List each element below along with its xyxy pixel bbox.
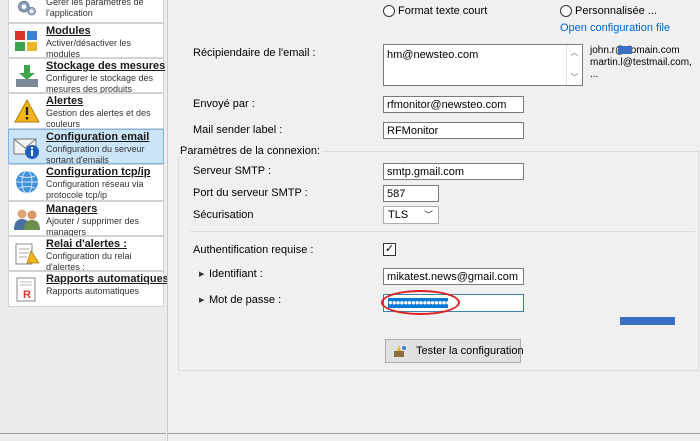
modules-icon [15,31,37,51]
sidebar-item-desc: Configurer le stockage des mesures des p… [46,73,154,94]
connection-groupbox [178,151,699,371]
recipient-scrollbar[interactable]: ︿ ﹀ [566,45,582,85]
recipient-example-1: john.r@domain.com [590,45,680,56]
redaction-mark [620,317,675,325]
relay-icon [15,243,40,265]
users-icon [14,209,40,230]
sidebar-item-title: Stockage des mesures [46,60,166,72]
test-configuration-label: Tester la configuration [416,345,524,357]
scroll-up-icon[interactable]: ︿ [567,47,582,58]
smtp-server-input[interactable] [383,163,524,180]
sidebar-bottom-divider [0,433,166,434]
sender-label: Envoyé par : [193,98,255,110]
sidebar-item-desc: Gérer les paramètres de l'application [46,0,144,18]
sidebar-item-alert-relay[interactable]: Relai d'alertes : Configuration du relai… [8,236,164,272]
sidebar-item-desc: Ajouter / supprimer des managers [46,216,140,237]
identifier-input[interactable] [383,268,524,285]
format-custom-radio[interactable] [560,5,572,17]
sidebar-item-title: Alertes [46,95,84,107]
email-info-icon [13,138,39,159]
scroll-down-icon[interactable]: ﹀ [567,72,582,83]
security-label: Sécurisation [193,209,254,221]
warning-icon [14,98,40,123]
sidebar-item-desc: Gestion des alertes et des couleurs [46,108,151,129]
sender-name-label: Mail sender label : [193,124,283,136]
test-tool-icon [394,345,406,357]
format-short-label: Format texte court [398,5,488,17]
sidebar-item-desc: Configuration du serveur sortant d'email… [46,144,145,165]
sidebar-item-title: Configuration tcp/ip [46,166,151,178]
recipient-textarea[interactable]: hm@newsteo.com ︿ ﹀ [383,44,583,86]
network-icon [16,170,38,194]
sidebar-item-desc: Configuration réseau via protocole tcp/i… [46,179,144,200]
expand-arrow-icon: ▶ [199,297,205,304]
sidebar-item-modules[interactable]: Modules Activer/désactiver les modules [8,23,164,59]
recipient-value: hm@newsteo.com [387,49,479,61]
smtp-port-input[interactable] [383,185,439,202]
sidebar-item-desc: Configuration du relai d'alertes : [46,251,132,272]
format-custom-label: Personnalisée ... [575,5,657,17]
recipient-label: Récipiendaire de l'email : [193,47,316,59]
sender-input[interactable] [383,96,524,113]
security-selected-value: TLS [388,209,409,221]
bottom-divider [168,433,700,434]
recipient-example-2: martin.l@testmail.com, [590,57,692,68]
smtp-port-label: Port du serveur SMTP : [193,187,308,199]
sidebar-item-email-config[interactable]: Configuration email Configuration du ser… [8,129,164,165]
test-configuration-button[interactable]: Tester la configuration [385,339,524,363]
sidebar-item-title: Configuration email [46,131,150,143]
sidebar-item-auto-reports[interactable]: R Rapports automatiques Rapports automat… [8,271,169,307]
redaction-mark [618,46,632,54]
open-config-file-link[interactable]: Open configuration file [560,22,670,34]
download-storage-icon [16,65,38,87]
smtp-server-label: Serveur SMTP : [193,165,272,177]
sidebar-item-alerts[interactable]: Alertes Gestion des alertes et des coule… [8,93,164,129]
sidebar-item-managers[interactable]: Managers Ajouter / supprimer des manager… [8,201,164,237]
sidebar-item-application[interactable]: Gérer les paramètres de l'application [8,0,164,23]
security-select[interactable]: TLS ﹀ [383,206,439,224]
sender-name-input[interactable] [383,122,524,139]
svg-text:R: R [23,289,31,301]
highlight-ellipse [381,290,460,315]
report-icon: R [16,277,36,302]
identifier-label: Identifiant : [209,268,263,280]
auth-required-label: Authentification requise : [193,244,314,256]
expand-arrow-icon: ▶ [199,271,205,278]
group-divider [190,231,695,232]
auth-required-checkbox[interactable]: ✓ [383,243,396,256]
sidebar-item-title: Relai d'alertes : [46,238,127,250]
recipient-example-3: ... [590,69,599,80]
sidebar-item-tcpip-config[interactable]: Configuration tcp/ip Configuration résea… [8,164,164,201]
sidebar-item-desc: Rapports automatiques [46,286,140,296]
format-short-radio[interactable] [383,5,395,17]
chevron-down-icon: ﹀ [423,210,433,220]
sidebar-item-title: Managers [46,203,98,215]
sidebar-item-title: Modules [46,25,91,37]
sidebar-item-storage[interactable]: Stockage des mesures Configurer le stock… [8,58,166,94]
password-label: Mot de passe : [209,294,282,306]
gears-icon [18,0,36,16]
sidebar-item-desc: Activer/désactiver les modules [46,38,132,59]
sidebar-item-title: Rapports automatiques [46,273,169,285]
connection-group-title: Paramètres de la connexion: [178,145,323,157]
settings-sidebar: Gérer les paramètres de l'application Mo… [0,0,169,441]
